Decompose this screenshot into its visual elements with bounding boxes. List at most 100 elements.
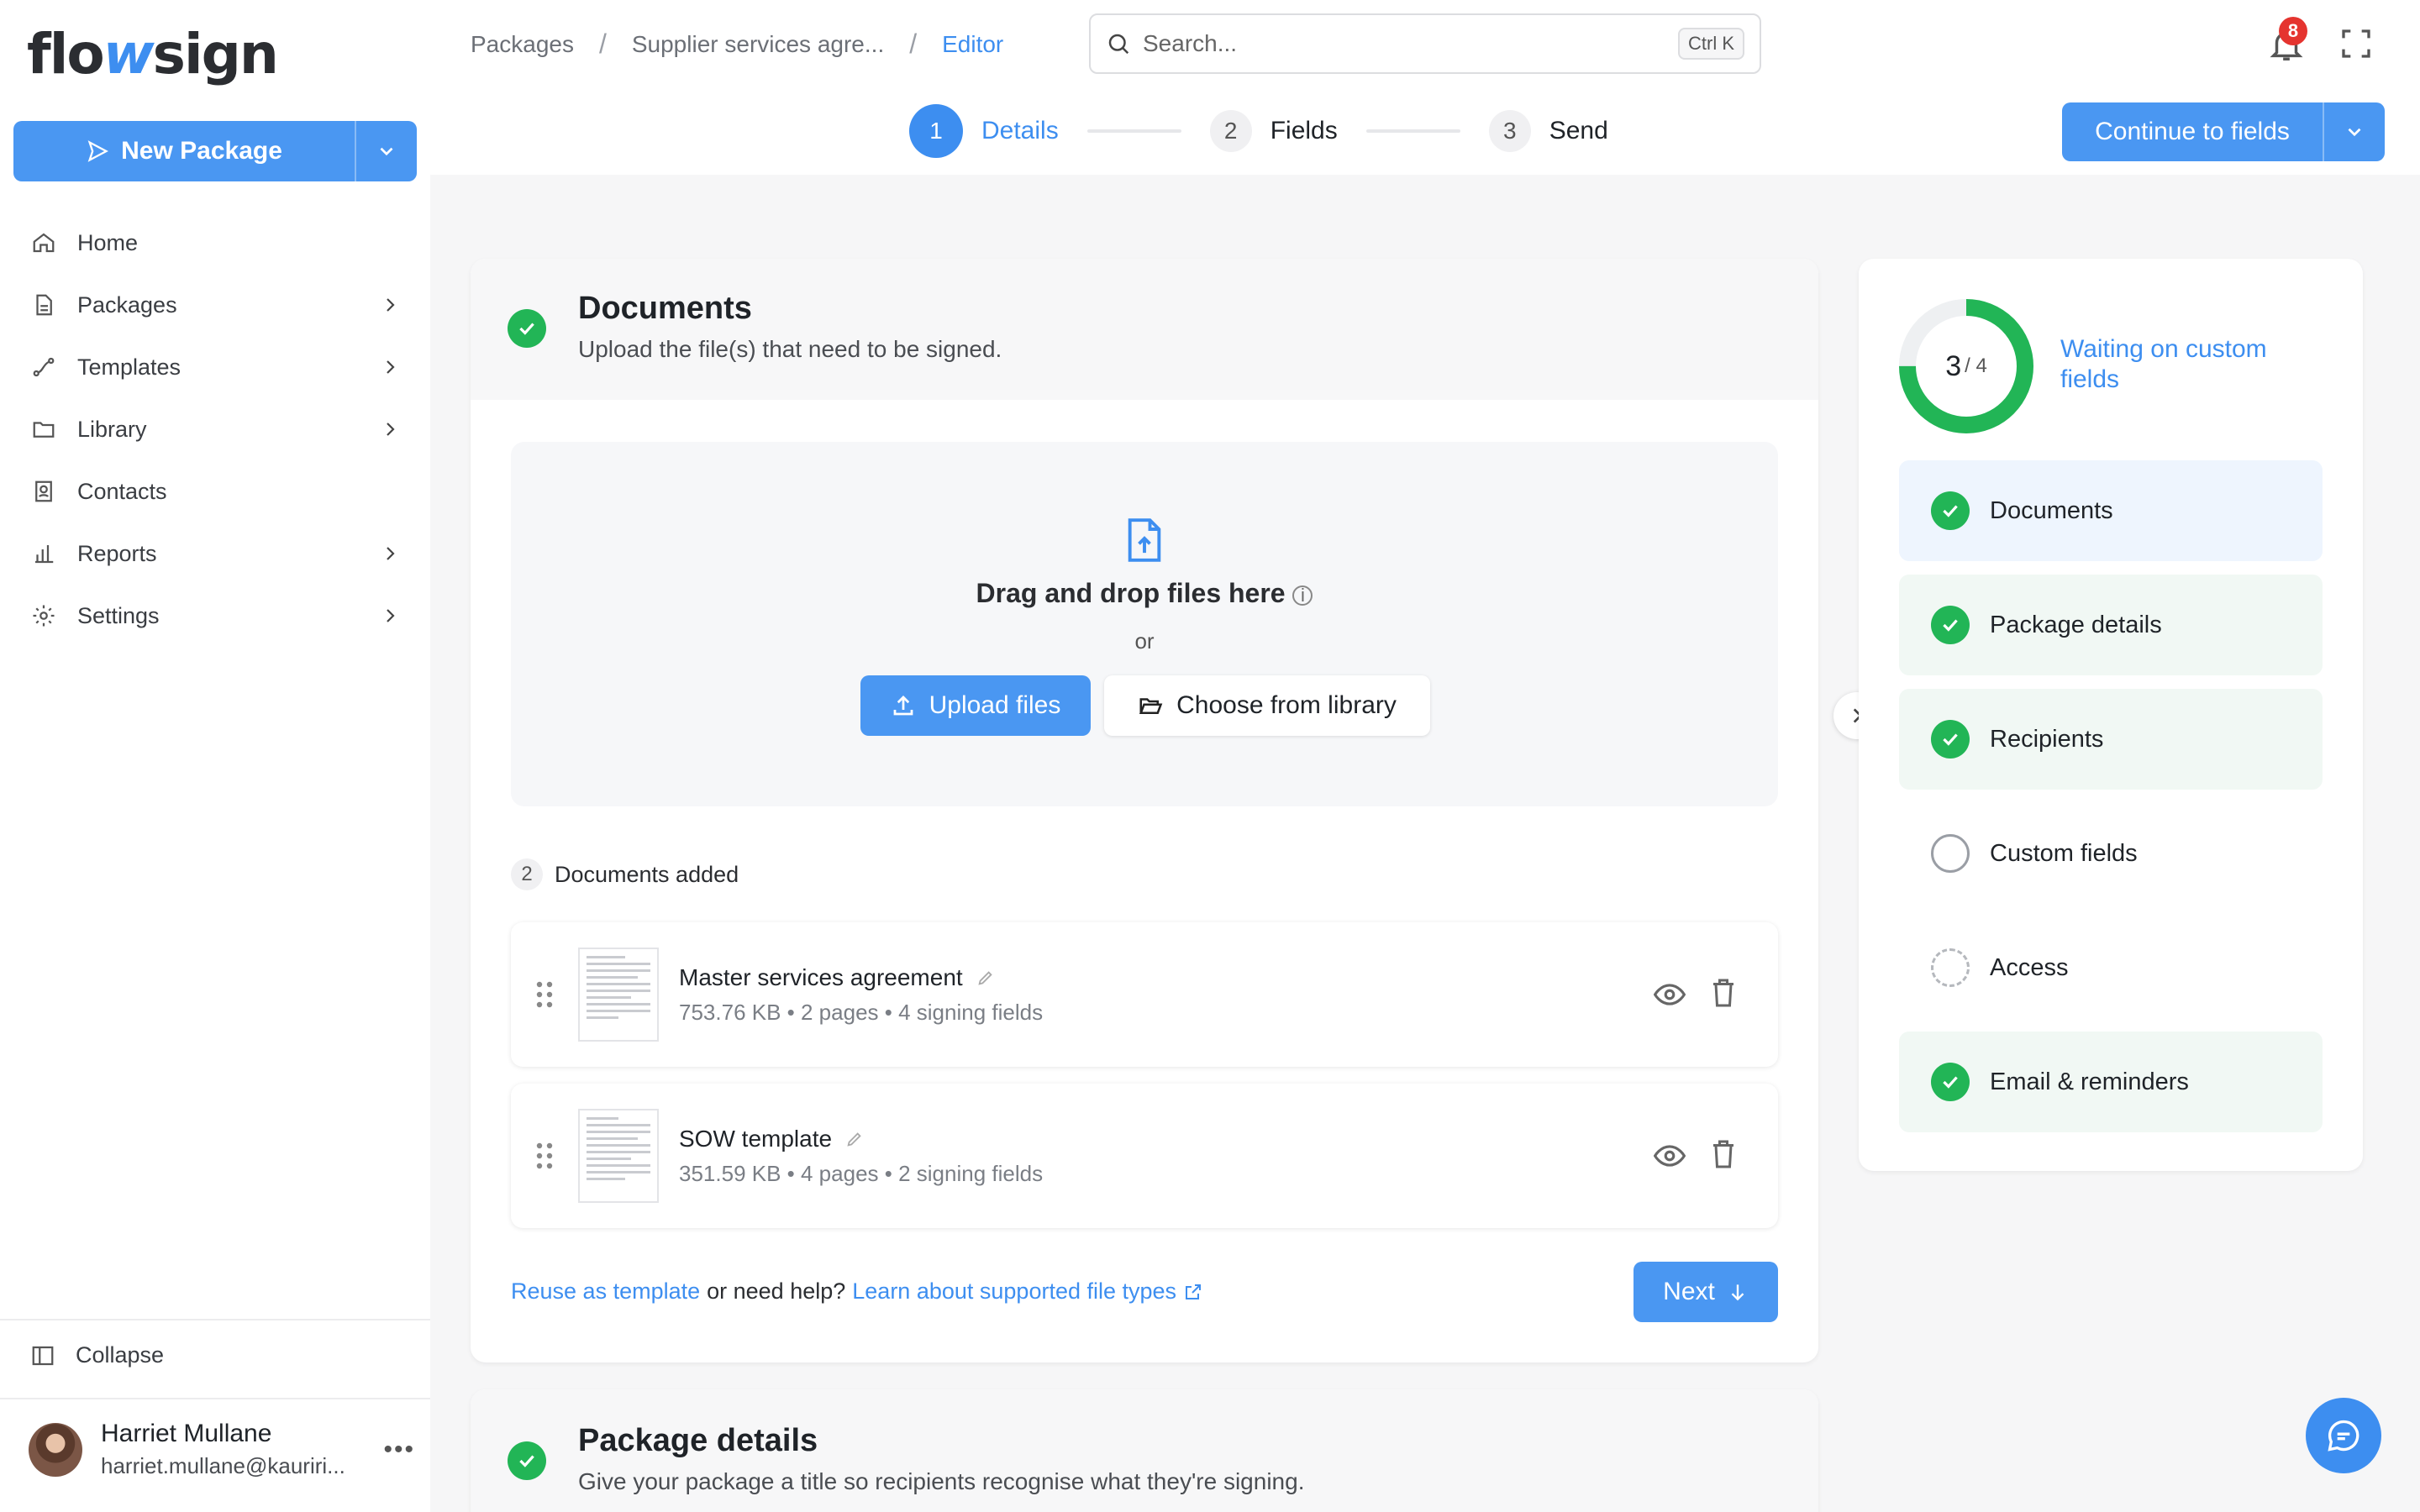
breadcrumb-packages[interactable]: Packages — [471, 31, 574, 58]
pencil-icon[interactable] — [976, 969, 995, 987]
chevron-down-icon — [2348, 128, 2361, 137]
step-2-label[interactable]: Fields — [1270, 117, 1338, 145]
sidebar-item-settings[interactable]: Settings — [0, 585, 430, 647]
sidebar-item-library[interactable]: Library — [0, 398, 430, 460]
document-meta: 753.76 KB • 2 pages • 4 signing fields — [679, 1000, 1044, 1025]
step-1-number[interactable]: 1 — [909, 104, 963, 158]
sidebar-item-packages[interactable]: Packages — [0, 274, 430, 336]
chat-button[interactable] — [2306, 1398, 2381, 1473]
sidebar-item-home[interactable]: Home — [0, 212, 430, 274]
eye-icon[interactable] — [1654, 981, 1686, 1008]
user-menu[interactable]: Harriet Mullane harriet.mullane@kauriri.… — [29, 1420, 415, 1479]
reuse-as-template-link[interactable]: Reuse as template — [511, 1278, 700, 1305]
progress-item[interactable]: Access — [1899, 917, 2323, 1018]
section-subtitle: Give your package a title so recipients … — [578, 1468, 1305, 1494]
progress-item[interactable]: Recipients — [1899, 689, 2323, 790]
progress-item-label: Access — [1990, 953, 2069, 981]
documents-added-label: Documents added — [555, 861, 739, 887]
new-package-button[interactable]: New Package — [13, 121, 356, 181]
search-icon — [1108, 34, 1129, 55]
app-logo[interactable]: flowsign — [27, 22, 279, 87]
search-box: Ctrl K — [1089, 13, 1761, 74]
chart-icon — [35, 545, 54, 564]
notification-badge: 8 — [2279, 17, 2307, 45]
chevron-right-icon — [387, 298, 395, 312]
home-icon — [33, 233, 55, 253]
sidebar-nav: Home Packages Templates Library Contacts… — [0, 212, 430, 647]
continue-dropdown[interactable] — [2324, 102, 2385, 161]
file-upload-icon — [1128, 518, 1161, 562]
document-row[interactable]: Master services agreement 753.76 KB • 2 … — [511, 922, 1778, 1067]
trash-icon[interactable] — [1711, 1139, 1736, 1169]
drop-title: Drag and drop files here i — [511, 578, 1778, 609]
continue-to-fields-button[interactable]: Continue to fields — [2062, 102, 2324, 161]
drag-handle-icon[interactable] — [534, 979, 555, 1010]
sidebar-item-contacts[interactable]: Contacts — [0, 460, 430, 522]
search-input[interactable] — [1143, 30, 1666, 57]
check-icon — [1931, 1063, 1970, 1101]
send-icon — [87, 140, 109, 162]
package-details-header[interactable]: Package details Give your package a titl… — [471, 1389, 1818, 1512]
user-name: Harriet Mullane — [101, 1420, 272, 1447]
section-subtitle: Upload the file(s) that need to be signe… — [578, 336, 1002, 362]
section-title: Documents — [578, 291, 752, 326]
breadcrumb-editor: Editor — [942, 30, 1004, 57]
contacts-icon — [35, 480, 52, 502]
sidebar-item-label: Templates — [77, 354, 182, 380]
step-3-label[interactable]: Send — [1549, 117, 1608, 145]
next-button[interactable]: Next — [1634, 1262, 1778, 1322]
progress-item-label: Email & reminders — [1990, 1068, 2189, 1095]
documents-footer: Reuse as template or need help? Learn ab… — [511, 1278, 1203, 1305]
progress-item[interactable]: Email & reminders — [1899, 1032, 2323, 1132]
sidebar-item-templates[interactable]: Templates — [0, 336, 430, 398]
progress-item-label: Custom fields — [1990, 839, 2138, 867]
breadcrumb-package[interactable]: Supplier services agre... — [632, 31, 884, 58]
progress-panel: 3/ 4 Waiting on custom fields Documents P… — [1859, 259, 2363, 1171]
fullscreen-icon[interactable] — [2339, 27, 2373, 60]
supported-file-types-link[interactable]: Learn about supported file types — [852, 1278, 1176, 1305]
upload-files-button[interactable]: Upload files — [860, 675, 1091, 736]
chevron-right-icon — [387, 360, 395, 374]
folder-icon — [33, 422, 55, 438]
progress-item[interactable]: Custom fields — [1899, 803, 2323, 904]
or-label: or — [1134, 628, 1155, 654]
check-icon — [1931, 720, 1970, 759]
step-2-number[interactable]: 2 — [1209, 110, 1252, 152]
template-icon — [33, 357, 55, 377]
document-thumbnail — [578, 1109, 659, 1203]
new-package-label: New Package — [121, 137, 282, 165]
file-drop-zone[interactable]: Drag and drop files here i or Upload fil… — [511, 442, 1778, 806]
sidebar-item-label: Contacts — [77, 478, 167, 504]
progress-item[interactable]: Package details — [1899, 575, 2323, 675]
file-icon — [36, 294, 52, 316]
progress-status[interactable]: Waiting on custom fields — [2060, 334, 2312, 395]
breadcrumb: Packages / Supplier services agre... / E… — [471, 29, 1004, 59]
step-3-number[interactable]: 3 — [1488, 110, 1531, 152]
drag-handle-icon[interactable] — [534, 1141, 555, 1171]
document-meta: 351.59 KB • 4 pages • 2 signing fields — [679, 1161, 1044, 1186]
eye-icon[interactable] — [1654, 1142, 1686, 1169]
step-1-label[interactable]: Details — [981, 117, 1059, 145]
documents-added-header: 2 Documents added — [511, 858, 739, 890]
divider — [0, 1398, 430, 1399]
collapse-sidebar-button[interactable]: Collapse — [30, 1342, 164, 1368]
chevron-right-icon — [387, 423, 395, 436]
avatar — [29, 1422, 82, 1477]
progress-item-label: Package details — [1990, 611, 2162, 638]
topbar: Packages / Supplier services agre... / E… — [430, 0, 2420, 175]
section-title: Package details — [578, 1423, 818, 1458]
choose-from-library-button[interactable]: Choose from library — [1104, 675, 1430, 736]
info-icon[interactable]: i — [1292, 585, 1313, 606]
package-details-card: Package details Give your package a titl… — [471, 1389, 1818, 1512]
progress-item[interactable]: Documents — [1899, 460, 2323, 561]
arrow-down-icon — [1731, 1284, 1744, 1301]
trash-icon[interactable] — [1711, 978, 1736, 1008]
document-row[interactable]: SOW template 351.59 KB • 4 pages • 2 sig… — [511, 1084, 1778, 1228]
external-link-icon[interactable] — [1183, 1282, 1203, 1302]
progress-item-label: Documents — [1990, 496, 2113, 524]
documents-header[interactable]: Documents Upload the file(s) that need t… — [471, 259, 1818, 400]
new-package-dropdown[interactable] — [356, 121, 417, 181]
pencil-icon[interactable] — [845, 1130, 864, 1148]
sidebar-item-reports[interactable]: Reports — [0, 522, 430, 585]
more-icon[interactable]: ••• — [383, 1436, 415, 1464]
